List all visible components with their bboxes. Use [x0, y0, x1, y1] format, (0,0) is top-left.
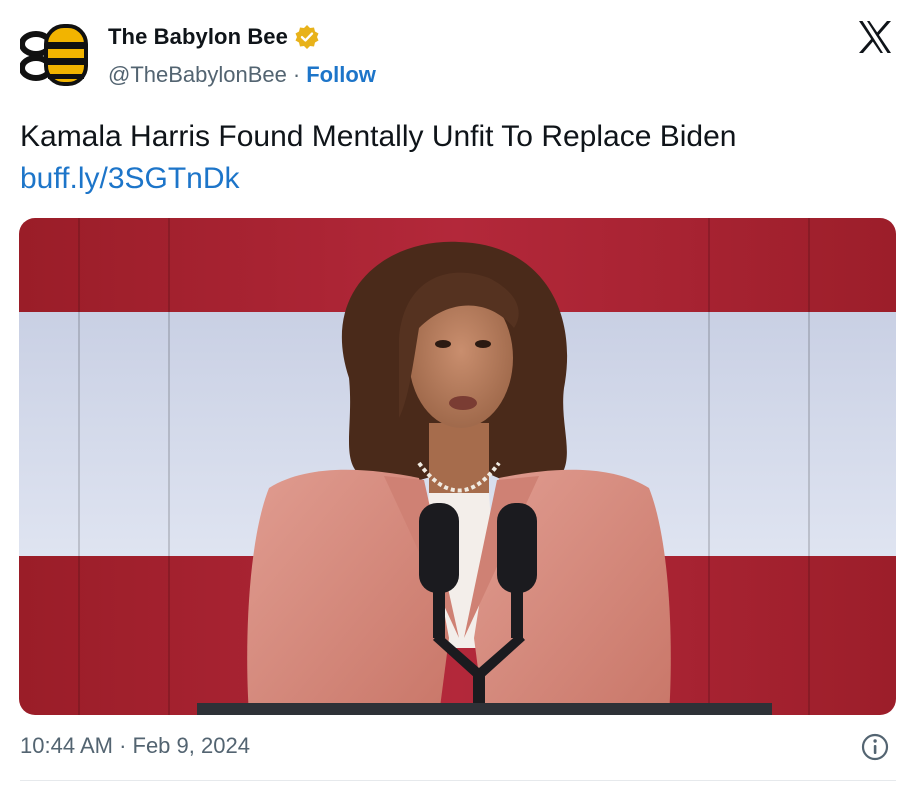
- tweet-text: Kamala Harris Found Mentally Unfit To Re…: [20, 116, 900, 200]
- tweet-link[interactable]: buff.ly/3SGTnDk: [20, 158, 900, 200]
- timestamp[interactable]: 10:44 AM · Feb 9, 2024: [20, 733, 250, 759]
- divider: [20, 780, 896, 781]
- tweet-media-image[interactable]: [19, 218, 896, 715]
- info-icon[interactable]: [860, 732, 890, 762]
- name-row: The Babylon Bee: [108, 24, 320, 50]
- display-name[interactable]: The Babylon Bee: [108, 24, 288, 50]
- tweet-header: The Babylon Bee @TheBabylonBee · Follow: [19, 14, 898, 94]
- separator-dot: ·: [292, 62, 301, 87]
- avatar[interactable]: [19, 18, 94, 92]
- handle-row: @TheBabylonBee · Follow: [108, 62, 376, 88]
- tweet-body: Kamala Harris Found Mentally Unfit To Re…: [20, 120, 737, 153]
- x-logo-icon[interactable]: [856, 18, 894, 56]
- bee-logo-icon: [19, 24, 88, 86]
- handle[interactable]: @TheBabylonBee: [108, 62, 287, 88]
- follow-button[interactable]: Follow: [306, 62, 376, 88]
- verified-badge-icon: [294, 24, 320, 50]
- photo-woman-speaking-at-podium: [19, 218, 896, 715]
